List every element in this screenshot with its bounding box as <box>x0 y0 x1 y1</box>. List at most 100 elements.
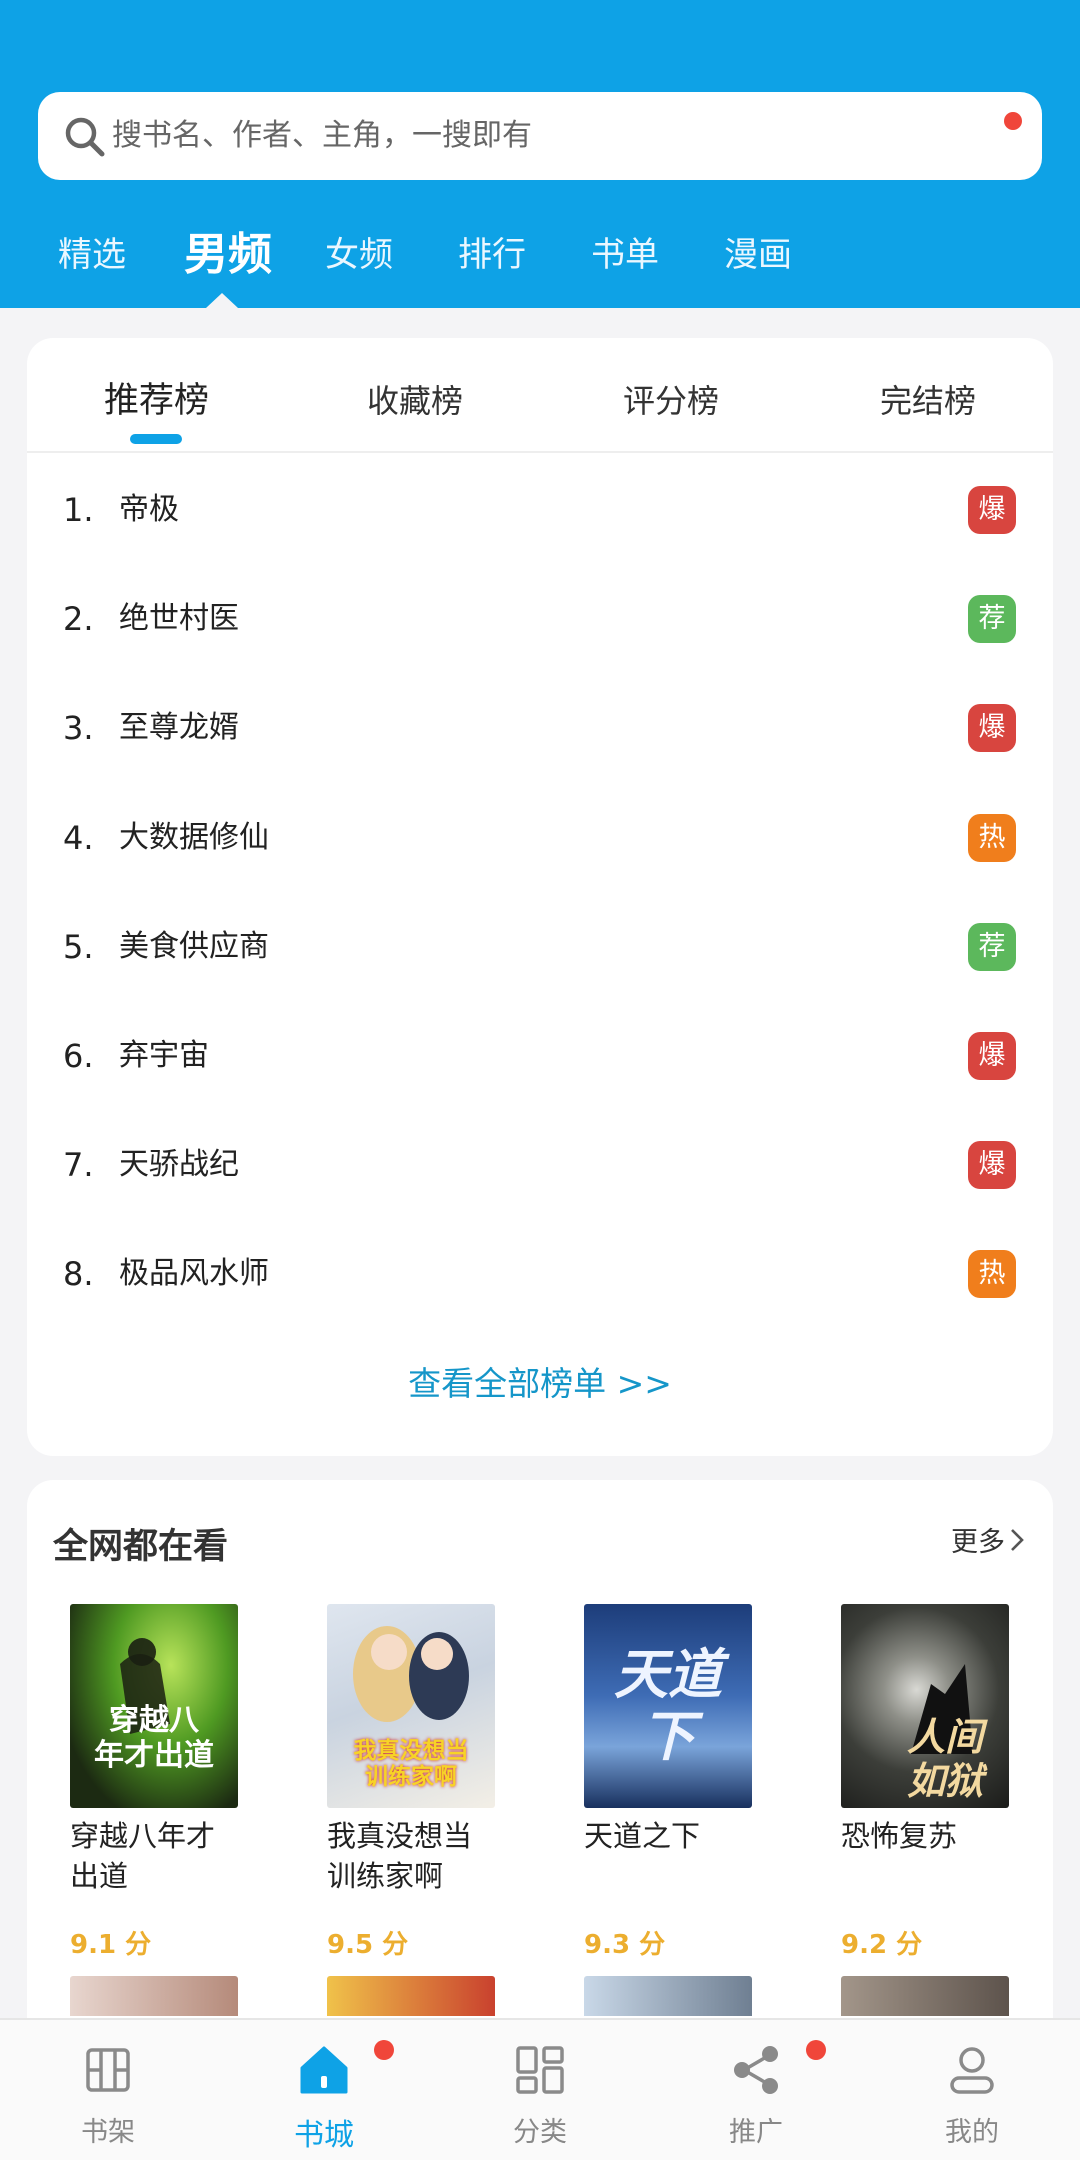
rank-number: 2. <box>63 600 94 638</box>
book-score: 9.5 分 <box>327 1930 409 1960</box>
rank-badge: 爆 <box>968 1141 1016 1189</box>
search-placeholder: 搜书名、作者、主角，一搜即有 <box>112 118 532 153</box>
rank-tab-rating[interactable]: 评分榜 <box>623 366 719 436</box>
rank-number: 3. <box>63 709 94 747</box>
book-card[interactable]: 人间 如狱 恐怖复苏 9.2 分 <box>841 1604 1041 1984</box>
ranking-card: 推荐榜 收藏榜 评分榜 完结榜 1. 帝极 爆 2. 绝世村医 荐 3. 至尊龙… <box>27 338 1053 1456</box>
active-tab-indicator <box>206 293 238 308</box>
notification-dot <box>1004 112 1022 130</box>
rank-number: 8. <box>63 1255 94 1293</box>
more-label: 更多 <box>951 1527 1005 1558</box>
rank-row[interactable]: 8. 极品风水师 热 <box>27 1234 1053 1314</box>
tab-nvpin[interactable]: 女频 <box>325 215 393 295</box>
header: 搜书名、作者、主角，一搜即有 精选 男频 女频 排行 书单 漫画 <box>0 0 1080 308</box>
rank-title: 大数据修仙 <box>119 820 269 855</box>
home-icon <box>300 2046 348 2094</box>
tab-shudan[interactable]: 书单 <box>591 215 659 295</box>
rank-row[interactable]: 7. 天骄战纪 爆 <box>27 1125 1053 1205</box>
book-title: 恐怖复苏 <box>841 1819 958 1853</box>
rank-number: 5. <box>63 928 94 966</box>
book-cover: 人间 如狱 <box>841 1604 1009 1808</box>
nav-label: 推广 <box>729 2117 783 2148</box>
book-score: 9.1 分 <box>70 1930 152 1960</box>
tab-nanpin[interactable]: 男频 <box>184 215 272 295</box>
rank-title: 极品风水师 <box>119 1256 269 1291</box>
book-title: 天道之下 <box>584 1819 701 1853</box>
rank-title: 美食供应商 <box>119 929 269 964</box>
rank-row[interactable]: 1. 帝极 爆 <box>27 470 1053 550</box>
tab-manhua[interactable]: 漫画 <box>724 215 792 295</box>
rank-title: 绝世村医 <box>119 601 239 636</box>
cover-title: 天道 下 <box>614 1643 722 1769</box>
rank-row[interactable]: 5. 美食供应商 荐 <box>27 907 1053 987</box>
rank-tab-favorites[interactable]: 收藏榜 <box>367 366 463 436</box>
rank-badge: 爆 <box>968 704 1016 752</box>
view-all-rankings-link[interactable]: 查看全部榜单 >> <box>27 1354 1053 1414</box>
book-cover-peek <box>584 1976 752 2016</box>
rank-badge: 荐 <box>968 923 1016 971</box>
section-title: 全网都在看 <box>53 1527 229 1567</box>
bottom-nav: 书架 书城 分类 推广 我的 <box>0 2018 1080 2160</box>
nav-profile[interactable]: 我的 <box>892 2020 1052 2160</box>
book-cover-peek <box>327 1976 495 2016</box>
chevron-right-icon <box>1011 1528 1024 1551</box>
book-cover-peek <box>70 1976 238 2016</box>
rank-row[interactable]: 3. 至尊龙婿 爆 <box>27 688 1053 768</box>
rank-tab-underline <box>130 434 182 444</box>
book-card[interactable]: 天道 下 天道之下 9.3 分 <box>584 1604 784 1984</box>
bookshelf-icon <box>86 2048 130 2092</box>
book-cover: 穿越八 年才出道 <box>70 1604 238 1808</box>
nav-bookshelf[interactable]: 书架 <box>28 2020 188 2160</box>
rank-title: 帝极 <box>119 492 179 527</box>
book-cover: 天道 下 <box>584 1604 752 1808</box>
notification-dot <box>806 2040 826 2060</box>
book-title: 穿越八年才出道 <box>70 1819 216 1893</box>
share-icon <box>734 2046 778 2094</box>
rank-row[interactable]: 2. 绝世村医 荐 <box>27 579 1053 659</box>
rank-title: 弃宇宙 <box>119 1038 209 1073</box>
book-cover: 我真没想当 训练家啊 <box>327 1604 495 1808</box>
nav-label: 书城 <box>294 2118 354 2153</box>
popular-books-card: 全网都在看 更多 穿越八 年才出道 穿越八年才出道 9.1 分 我真没想当 训练… <box>27 1480 1053 2040</box>
cover-title: 我真没想当 训练家啊 <box>353 1738 469 1791</box>
more-link[interactable]: 更多 <box>951 1520 1025 1559</box>
book-title: 我真没想当训练家啊 <box>327 1819 473 1893</box>
nav-promote[interactable]: 推广 <box>676 2020 836 2160</box>
rank-tab-recommend[interactable]: 推荐榜 <box>104 366 209 436</box>
search-icon <box>65 117 105 157</box>
cover-title: 人间 如狱 <box>906 1715 983 1803</box>
nav-label: 分类 <box>513 2117 567 2148</box>
search-bar[interactable]: 搜书名、作者、主角，一搜即有 <box>38 92 1042 180</box>
rank-title: 天骄战纪 <box>119 1147 239 1182</box>
user-icon <box>950 2047 994 2094</box>
top-tabs: 精选 男频 女频 排行 书单 漫画 <box>0 215 1080 295</box>
book-score: 9.2 分 <box>841 1930 923 1960</box>
book-cover-peek <box>841 1976 1009 2016</box>
rank-number: 1. <box>63 491 94 529</box>
notification-dot <box>374 2040 394 2060</box>
tab-paihang[interactable]: 排行 <box>458 215 526 295</box>
tab-jingxuan[interactable]: 精选 <box>58 215 126 295</box>
book-card[interactable]: 我真没想当 训练家啊 我真没想当训练家啊 9.5 分 <box>327 1604 527 1984</box>
divider <box>27 451 1053 453</box>
grid-icon <box>516 2046 564 2094</box>
cover-title: 穿越八 年才出道 <box>94 1703 214 1773</box>
rank-badge: 热 <box>968 814 1016 862</box>
nav-category[interactable]: 分类 <box>460 2020 620 2160</box>
rank-title: 至尊龙婿 <box>119 710 239 745</box>
nav-label: 我的 <box>945 2117 999 2148</box>
rank-row[interactable]: 6. 弃宇宙 爆 <box>27 1016 1053 1096</box>
rank-tab-completed[interactable]: 完结榜 <box>880 366 976 436</box>
rank-number: 7. <box>63 1146 94 1184</box>
rank-badge: 荐 <box>968 595 1016 643</box>
rank-number: 4. <box>63 819 94 857</box>
book-card[interactable]: 穿越八 年才出道 穿越八年才出道 9.1 分 <box>70 1604 270 1984</box>
rank-badge: 热 <box>968 1250 1016 1298</box>
rank-badge: 爆 <box>968 1032 1016 1080</box>
book-score: 9.3 分 <box>584 1930 666 1960</box>
rank-badge: 爆 <box>968 486 1016 534</box>
rank-number: 6. <box>63 1037 94 1075</box>
nav-bookstore[interactable]: 书城 <box>244 2020 404 2160</box>
nav-label: 书架 <box>81 2117 135 2148</box>
rank-row[interactable]: 4. 大数据修仙 热 <box>27 798 1053 878</box>
